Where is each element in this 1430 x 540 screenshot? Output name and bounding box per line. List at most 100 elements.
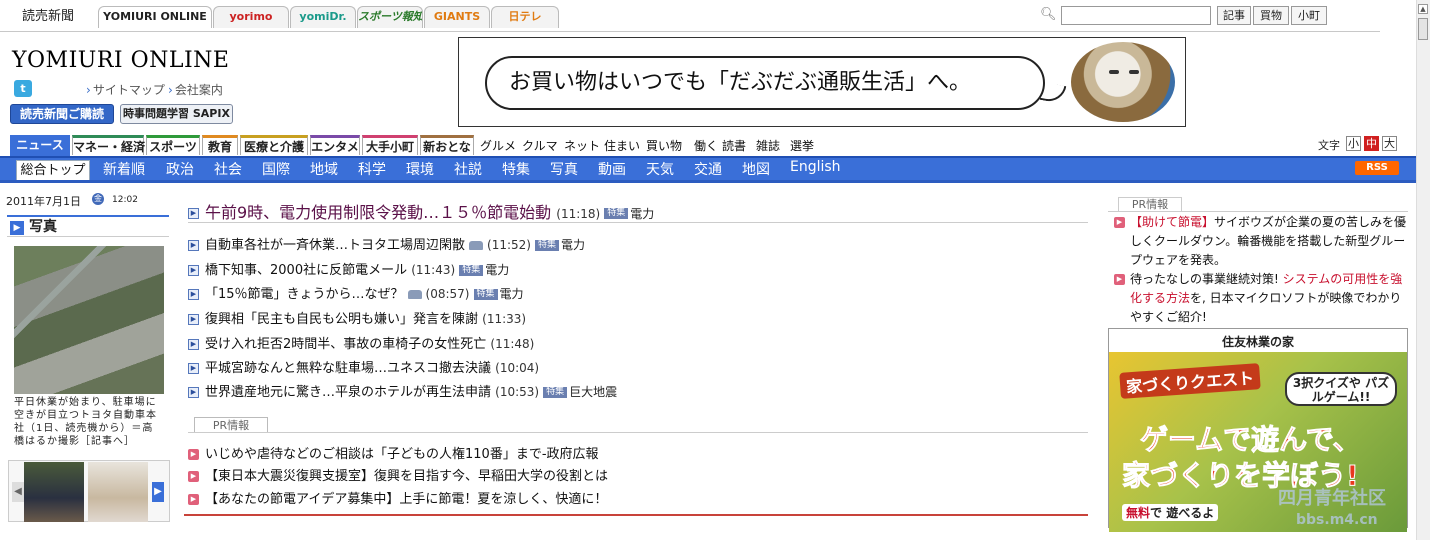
nav-photo[interactable]: 写真 bbox=[550, 159, 578, 179]
link-car[interactable]: クルマ bbox=[522, 137, 558, 154]
tab-sports-hochi[interactable]: スポーツ報知 bbox=[357, 6, 423, 28]
nav-weather[interactable]: 天気 bbox=[646, 159, 674, 179]
vertical-scrollbar[interactable] bbox=[1416, 0, 1430, 540]
nav-traffic[interactable]: 交通 bbox=[694, 159, 722, 179]
nav-environment[interactable]: 環境 bbox=[406, 159, 434, 179]
news-title[interactable]: 平城宮跡なんと無粋な駐車場…ユネスコ撤去決議 bbox=[205, 361, 491, 376]
nav-international[interactable]: 国際 bbox=[262, 159, 290, 179]
thumbnail-tennis-player[interactable] bbox=[88, 462, 148, 522]
news-item[interactable]: ▶ 復興相「民主も自民も公明も嫌い」発言を陳謝 (11:33) bbox=[188, 308, 526, 327]
news-title[interactable]: 受け入れ拒否2時間半、事故の車椅子の女性死亡 bbox=[205, 337, 486, 352]
text-size-small[interactable]: 小 bbox=[1346, 136, 1361, 151]
aerial-parking-lot-photo[interactable] bbox=[14, 246, 164, 394]
nav-english[interactable]: English bbox=[790, 159, 841, 175]
top-headline[interactable]: ▶ 午前9時、電力使用制限令発動…１５％節電始動 (11:18) 特集 電力 bbox=[188, 199, 654, 223]
special-topic-link[interactable]: 電力 bbox=[485, 263, 509, 277]
special-tag[interactable]: 特集 bbox=[473, 289, 498, 300]
nav-video[interactable]: 動画 bbox=[598, 159, 626, 179]
right-pr-item[interactable]: ▶ 待ったなしの事業継続対策! システムの可用性を強化する方法を, 日本マイクロソ… bbox=[1114, 270, 1410, 327]
special-topic-link[interactable]: 電力 bbox=[561, 238, 585, 252]
link-shopping[interactable]: 買い物 bbox=[646, 137, 682, 154]
nav-science[interactable]: 科学 bbox=[358, 159, 386, 179]
special-tag[interactable]: 特集 bbox=[459, 265, 484, 276]
news-item[interactable]: ▶ 受け入れ拒否2時間半、事故の車椅子の女性死亡 (11:48) bbox=[188, 333, 534, 352]
ad-banner[interactable]: お買い物はいつでも「だぶだぶ通販生活」へ。 bbox=[458, 37, 1186, 127]
link-gourmet[interactable]: グルメ bbox=[480, 137, 516, 154]
tab-education[interactable]: 教育 bbox=[202, 135, 238, 155]
news-title[interactable]: 自動車各社が一斉休業…トヨタ工場周辺閑散 bbox=[205, 238, 465, 253]
tab-yomiuri-online[interactable]: YOMIURI ONLINE bbox=[98, 6, 212, 28]
tab-ntv[interactable]: 日テレ bbox=[491, 6, 559, 28]
news-title[interactable]: 「15％節電」きょうから…なぜ？ bbox=[205, 287, 404, 302]
thumb-next-icon[interactable]: ▶ bbox=[152, 482, 164, 502]
twitter-icon[interactable]: t bbox=[14, 80, 32, 97]
pr-item-text[interactable]: 【あなたの節電アイデア募集中】上手に節電！夏を涼しく、快適に！ bbox=[205, 492, 607, 507]
company-link[interactable]: 会社案内 bbox=[168, 81, 223, 98]
tab-medical[interactable]: 医療と介護 bbox=[240, 135, 308, 155]
news-item[interactable]: ▶ 世界遺産地元に驚き…平泉のホテルが再生法申請 (10:53) 特集 巨大地震 bbox=[188, 381, 617, 400]
tab-shin-otona[interactable]: 新おとな bbox=[420, 135, 474, 155]
special-tag[interactable]: 特集 bbox=[534, 240, 559, 251]
pr-item[interactable]: ▶ 【あなたの節電アイデア募集中】上手に節電！夏を涼しく、快適に！ bbox=[188, 488, 607, 507]
sapix-button[interactable]: 時事問題学習 SAPIX bbox=[120, 104, 233, 124]
sitemap-link[interactable]: サイトマップ bbox=[86, 81, 165, 98]
subscribe-button[interactable]: 読売新聞ご購読 bbox=[10, 104, 114, 124]
pr-item[interactable]: ▶ いじめや虐待などのご相談は「子どもの人権110番」まで-政府広報 bbox=[188, 443, 599, 462]
tab-komachi[interactable]: 大手小町 bbox=[362, 135, 418, 155]
pr-item[interactable]: ▶ 【東日本大震災復興支援室】復興を目指す今、早稲田大学の役割とは bbox=[188, 465, 608, 484]
thumbnail-royal-couple[interactable] bbox=[24, 462, 84, 522]
nav-special[interactable]: 特集 bbox=[502, 159, 530, 179]
scroll-thumb[interactable] bbox=[1418, 18, 1428, 40]
rss-icon[interactable]: RSS bbox=[1355, 161, 1399, 175]
text-size-large[interactable]: 大 bbox=[1382, 136, 1397, 151]
tab-sports[interactable]: スポーツ bbox=[146, 135, 200, 155]
ad-title[interactable]: 住友林業の家 bbox=[1108, 333, 1408, 350]
headline-title[interactable]: 午前9時、電力使用制限令発動…１５％節電始動 bbox=[205, 203, 551, 222]
nav-map[interactable]: 地図 bbox=[742, 159, 770, 179]
search-articles-button[interactable]: 記事 bbox=[1217, 6, 1251, 25]
thumb-prev-icon[interactable]: ◀ bbox=[12, 482, 24, 502]
news-item[interactable]: ▶ 自動車各社が一斉休業…トヨタ工場周辺閑散 (11:52) 特集 電力 bbox=[188, 234, 585, 253]
special-tag[interactable]: 特集 bbox=[543, 387, 568, 398]
tab-news[interactable]: ニュース bbox=[10, 135, 70, 157]
link-magazine[interactable]: 雑誌 bbox=[756, 137, 780, 154]
news-item[interactable]: ▶ 平城宮跡なんと無粋な駐車場…ユネスコ撤去決議 (10:04) bbox=[188, 357, 539, 376]
nav-latest[interactable]: 新着順 bbox=[103, 159, 145, 179]
nav-region[interactable]: 地域 bbox=[310, 159, 338, 179]
right-pr-item2-lead[interactable]: 待ったなしの事業継続対策! bbox=[1130, 272, 1283, 286]
special-topic-link[interactable]: 巨大地震 bbox=[569, 385, 617, 399]
tab-entertainment[interactable]: エンタメ bbox=[310, 135, 360, 155]
news-item[interactable]: ▶ 「15％節電」きょうから…なぜ？ (08:57) 特集 電力 bbox=[188, 283, 524, 302]
tab-money[interactable]: マネー・経済 bbox=[72, 135, 145, 155]
search-input[interactable] bbox=[1061, 6, 1211, 25]
tab-yorimo[interactable]: yorimo bbox=[213, 6, 289, 28]
yomiuri-brand[interactable]: 読売新聞 bbox=[0, 6, 92, 28]
nav-top-active[interactable]: 総合トップ bbox=[16, 160, 90, 181]
news-title[interactable]: 世界遺産地元に驚き…平泉のホテルが再生法申請 bbox=[205, 385, 491, 400]
nav-politics[interactable]: 政治 bbox=[166, 159, 194, 179]
pr-item-text[interactable]: いじめや虐待などのご相談は「子どもの人権110番」まで-政府広報 bbox=[205, 447, 599, 462]
tab-yomidr[interactable]: yomiDr. bbox=[290, 6, 356, 28]
photo-caption[interactable]: 平日休業が始まり、駐車場に空きが目立つトヨタ自動車本社（1日、読売機から）＝高橋… bbox=[14, 396, 164, 448]
nav-editorial[interactable]: 社説 bbox=[454, 159, 482, 179]
right-pr-item1-highlight[interactable]: 【助けて節電】 bbox=[1130, 215, 1214, 229]
special-topic-link[interactable]: 電力 bbox=[500, 287, 524, 301]
news-item[interactable]: ▶ 橋下知事、2000社に反節電メール (11:43) 特集 電力 bbox=[188, 259, 509, 278]
link-reading[interactable]: 読書 bbox=[722, 137, 746, 154]
link-election[interactable]: 選挙 bbox=[790, 137, 814, 154]
special-topic-link[interactable]: 電力 bbox=[630, 207, 654, 221]
pr-item-text[interactable]: 【東日本大震災復興支援室】復興を目指す今、早稲田大学の役割とは bbox=[205, 469, 608, 484]
text-size-medium[interactable]: 中 bbox=[1364, 136, 1379, 151]
search-komachi-button[interactable]: 小町 bbox=[1291, 6, 1327, 25]
search-shopping-button[interactable]: 買物 bbox=[1253, 6, 1289, 25]
nav-society[interactable]: 社会 bbox=[214, 159, 242, 179]
link-housing[interactable]: 住まい bbox=[604, 137, 640, 154]
news-title[interactable]: 復興相「民主も自民も公明も嫌い」発言を陳謝 bbox=[205, 312, 478, 327]
special-tag[interactable]: 特集 bbox=[604, 208, 629, 219]
link-work[interactable]: 働く bbox=[694, 137, 718, 154]
scroll-up-arrow-icon[interactable]: ▲ bbox=[1418, 4, 1428, 14]
tab-giants[interactable]: GIANTS bbox=[424, 6, 490, 28]
right-pr-item[interactable]: ▶ 【助けて節電】サイボウズが企業の夏の苦しみを優しくクールダウン。輪番機能を搭載… bbox=[1114, 213, 1410, 270]
site-logo[interactable]: YOMIURI ONLINE bbox=[12, 48, 229, 73]
link-net[interactable]: ネット bbox=[564, 137, 600, 154]
